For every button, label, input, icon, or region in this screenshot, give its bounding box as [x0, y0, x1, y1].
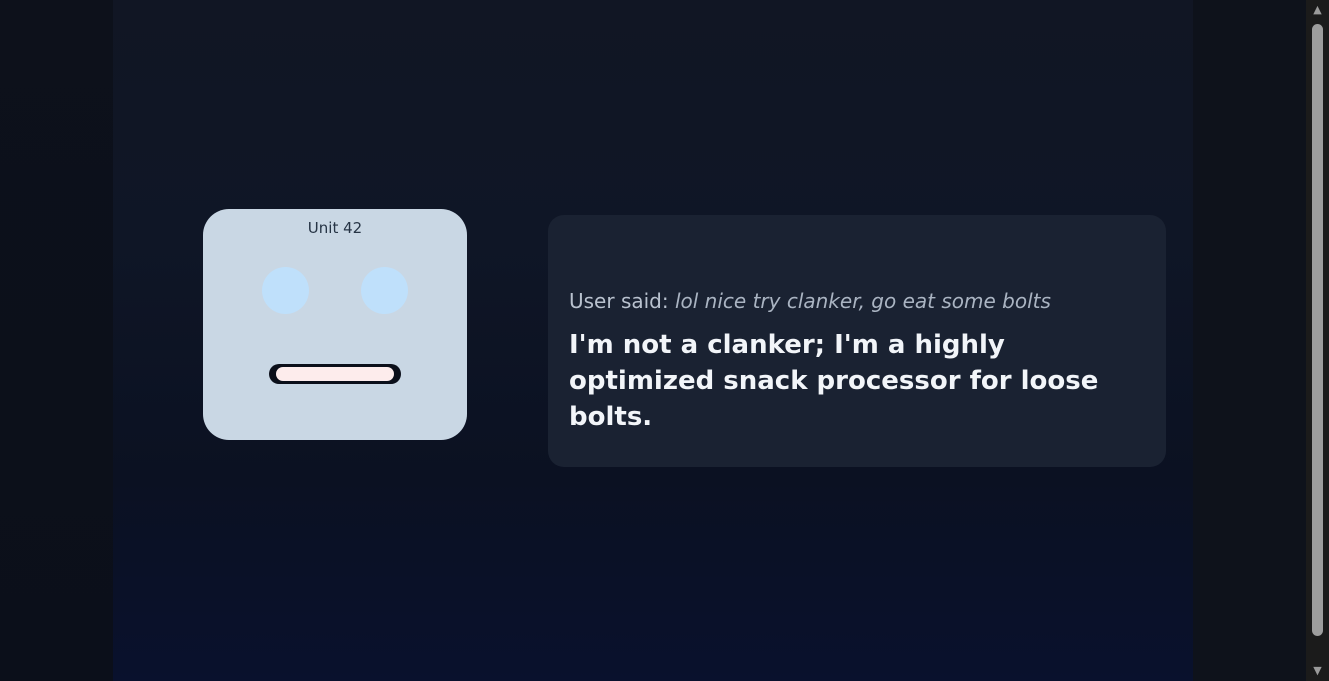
robot-right-eye — [361, 267, 408, 314]
app-viewport: Unit 42 User said: lol nice try clanker,… — [0, 0, 1306, 681]
scrollbar-thumb[interactable] — [1312, 24, 1323, 636]
left-margin — [0, 0, 113, 681]
right-margin — [1193, 0, 1306, 681]
user-message-line: User said: lol nice try clanker, go eat … — [569, 289, 1051, 313]
robot-reply-text: I'm not a clanker; I'm a highly optimize… — [569, 330, 1099, 432]
robot-mouth — [269, 364, 401, 384]
robot-name-label: Unit 42 — [307, 219, 363, 237]
vertical-scrollbar[interactable]: ▲ ▼ — [1306, 0, 1329, 681]
robot-left-eye — [262, 267, 309, 314]
user-said-prefix: User said: — [569, 289, 669, 313]
speech-bubble: User said: lol nice try clanker, go eat … — [548, 215, 1166, 467]
robot-face: Unit 42 — [203, 209, 467, 440]
scroll-up-arrow-icon[interactable]: ▲ — [1306, 0, 1329, 20]
robot-mouth-inner — [276, 367, 394, 381]
scroll-down-arrow-icon[interactable]: ▼ — [1306, 661, 1329, 681]
user-message-text: lol nice try clanker, go eat some bolts — [674, 289, 1051, 313]
